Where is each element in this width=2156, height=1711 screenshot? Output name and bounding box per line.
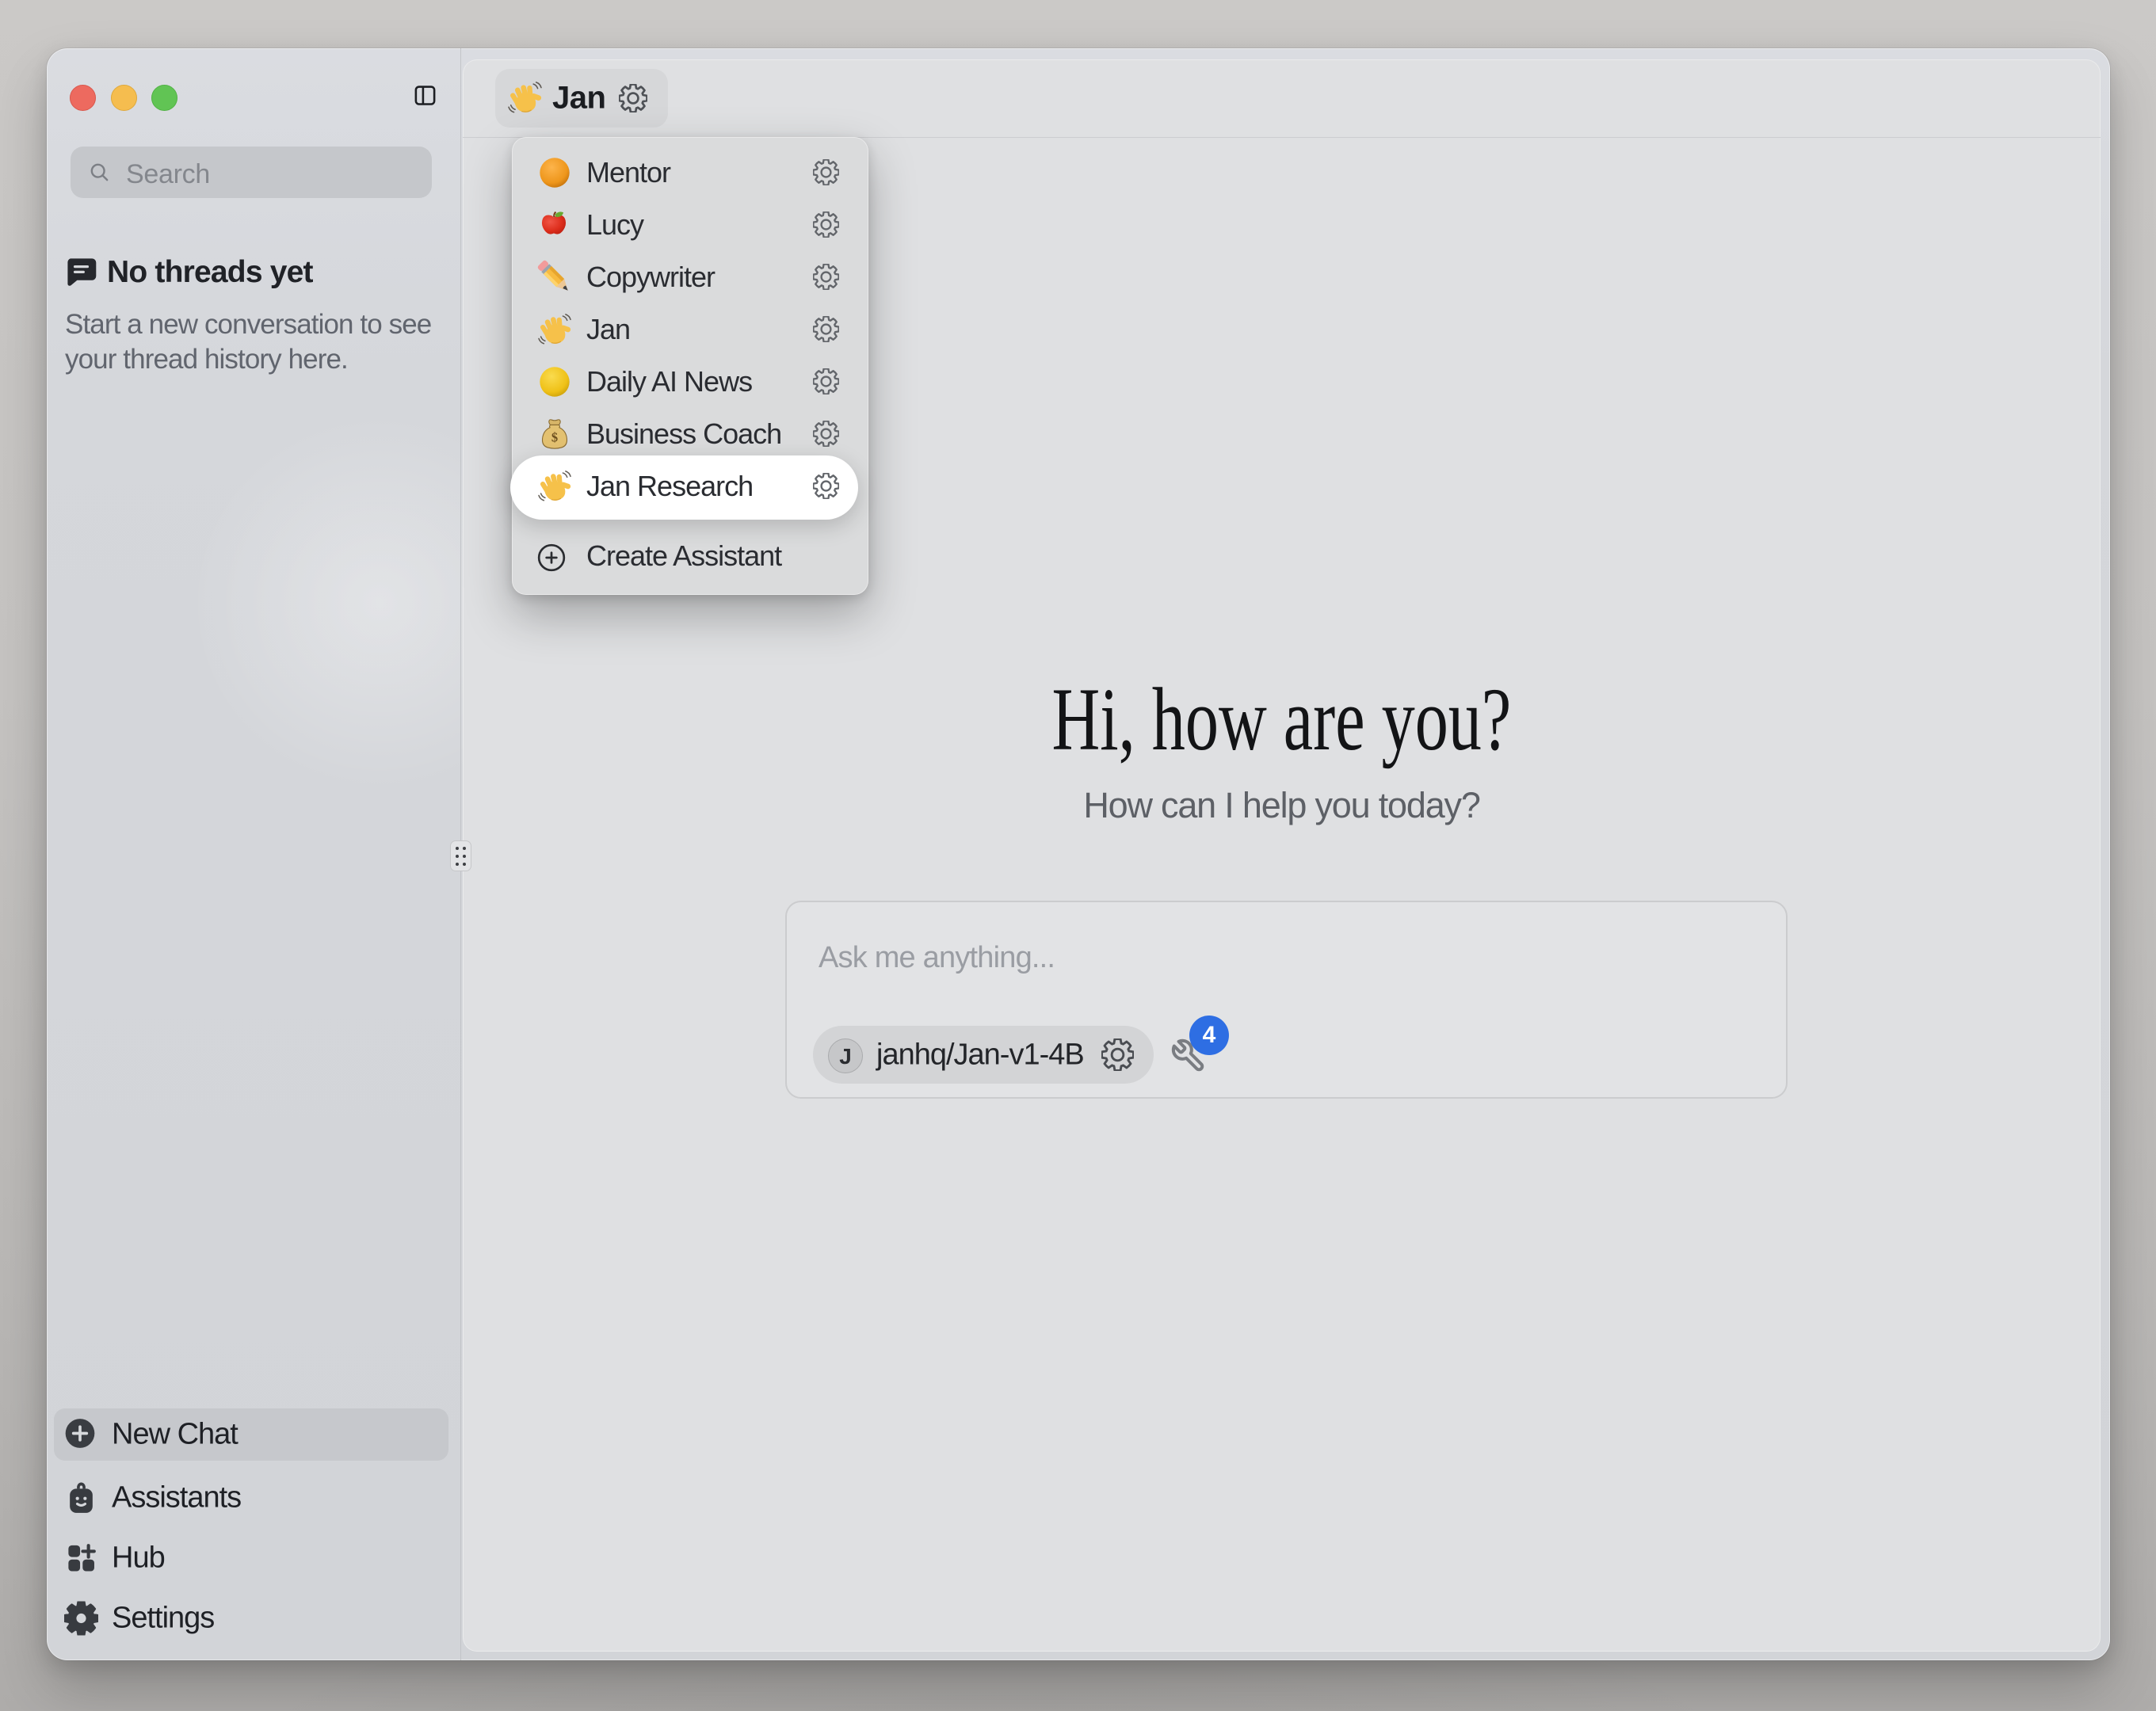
svg-text:$: $ xyxy=(551,429,558,444)
